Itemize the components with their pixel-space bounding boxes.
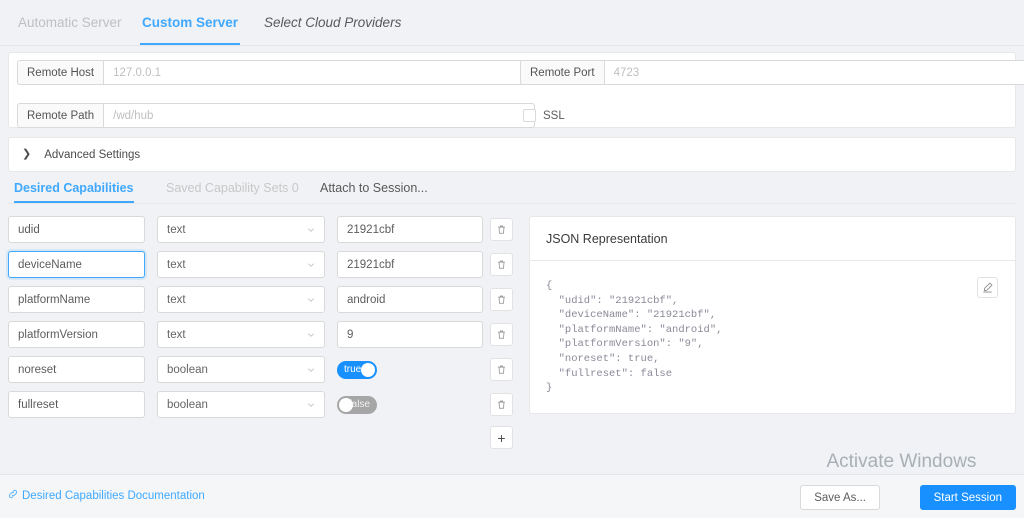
capability-name-input[interactable] xyxy=(8,251,145,278)
capability-name-input[interactable] xyxy=(8,286,145,313)
trash-icon[interactable] xyxy=(490,253,513,276)
capability-toggle-label: true xyxy=(344,363,362,375)
tab-select-cloud-providers[interactable]: Select Cloud Providers xyxy=(262,0,403,45)
advanced-settings-label: Advanced Settings xyxy=(44,148,141,161)
json-content: { "udid": "21921cbf", "deviceName": "219… xyxy=(546,280,723,395)
capability-row: boolean false xyxy=(8,391,520,418)
capability-name-input[interactable] xyxy=(8,391,145,418)
ssl-checkbox[interactable] xyxy=(523,109,536,122)
trash-icon[interactable] xyxy=(490,218,513,241)
capability-value-input[interactable] xyxy=(337,251,483,278)
start-session-button[interactable]: Start Session xyxy=(919,485,1016,510)
chevron-right-icon: ❯ xyxy=(22,148,32,160)
capability-row: boolean true xyxy=(8,356,520,383)
trash-icon[interactable] xyxy=(490,288,513,311)
capability-type-select[interactable]: boolean xyxy=(157,391,325,418)
doc-link-label: Desired Capabilities Documentation xyxy=(22,489,205,502)
capability-row: text xyxy=(8,321,520,348)
capability-name-input[interactable] xyxy=(8,321,145,348)
tab-custom-server[interactable]: Custom Server xyxy=(140,0,241,45)
capability-boolean-toggle[interactable]: true xyxy=(337,360,377,379)
capability-rows: text text text text boolean true boolean false + xyxy=(8,216,520,452)
ssl-checkbox-group[interactable]: SSL xyxy=(523,103,565,128)
json-representation-panel: JSON Representation { "udid": "21921cbf"… xyxy=(529,216,1016,414)
tab-saved-capability-sets[interactable]: Saved Capability Sets 0 xyxy=(166,176,299,203)
trash-icon[interactable] xyxy=(490,393,513,416)
remote-port-group: Remote Port xyxy=(520,60,1024,85)
capability-type-label: boolean xyxy=(167,363,208,376)
desired-capabilities-documentation-link[interactable]: Desired Capabilities Documentation xyxy=(8,489,205,502)
tab-automatic-server[interactable]: Automatic Server xyxy=(16,0,124,45)
remote-port-label: Remote Port xyxy=(520,60,604,85)
remote-host-label: Remote Host xyxy=(17,60,104,85)
capability-type-select[interactable]: text xyxy=(157,216,325,243)
tab-desired-capabilities[interactable]: Desired Capabilities xyxy=(14,176,134,203)
appium-desired-capabilities-screen: Automatic Server Custom Server Select Cl… xyxy=(0,0,1024,518)
remote-port-input[interactable] xyxy=(603,60,1024,85)
server-tab-bar: Automatic Server Custom Server Select Cl… xyxy=(0,0,1024,46)
capability-type-label: text xyxy=(167,258,186,271)
capability-row: text xyxy=(8,286,520,313)
capability-value-input[interactable] xyxy=(337,216,483,243)
add-capability-row: + xyxy=(8,426,520,452)
toggle-knob xyxy=(339,397,353,412)
capability-row: text xyxy=(8,251,520,278)
json-panel-title: JSON Representation xyxy=(530,217,1015,261)
remote-host-input[interactable] xyxy=(103,60,536,85)
ssl-label: SSL xyxy=(543,109,565,122)
advanced-settings-panel[interactable]: ❯ Advanced Settings xyxy=(8,137,1016,172)
add-capability-button[interactable]: + xyxy=(490,426,513,449)
capability-row: text xyxy=(8,216,520,243)
capability-type-label: boolean xyxy=(167,398,208,411)
remote-path-group: Remote Path xyxy=(17,103,536,128)
capability-type-select[interactable]: text xyxy=(157,286,325,313)
remote-host-group: Remote Host xyxy=(17,60,536,85)
footer-bar: Desired Capabilities Documentation Save … xyxy=(0,474,1024,518)
link-icon xyxy=(8,489,18,502)
capability-name-input[interactable] xyxy=(8,356,145,383)
capability-type-label: text xyxy=(167,328,186,341)
watermark-title: Activate Windows xyxy=(826,451,977,472)
toggle-knob xyxy=(361,362,375,377)
capability-type-select[interactable]: boolean xyxy=(157,356,325,383)
capability-tab-bar: Desired Capabilities Saved Capability Se… xyxy=(8,176,1016,204)
trash-icon[interactable] xyxy=(490,323,513,346)
capability-boolean-toggle[interactable]: false xyxy=(337,395,377,414)
capability-type-select[interactable]: text xyxy=(157,321,325,348)
remote-path-input[interactable] xyxy=(103,103,536,128)
tab-attach-to-session[interactable]: Attach to Session... xyxy=(320,176,428,203)
remote-path-label: Remote Path xyxy=(17,103,104,128)
pencil-icon[interactable] xyxy=(977,277,998,298)
server-config-card: Remote Host Remote Port Remote Path SSL xyxy=(8,52,1024,128)
save-as-button[interactable]: Save As... xyxy=(800,485,880,510)
capability-value-input[interactable] xyxy=(337,286,483,313)
capability-type-label: text xyxy=(167,223,186,236)
capability-type-select[interactable]: text xyxy=(157,251,325,278)
trash-icon[interactable] xyxy=(490,358,513,381)
capability-type-label: text xyxy=(167,293,186,306)
capability-value-input[interactable] xyxy=(337,321,483,348)
capability-name-input[interactable] xyxy=(8,216,145,243)
